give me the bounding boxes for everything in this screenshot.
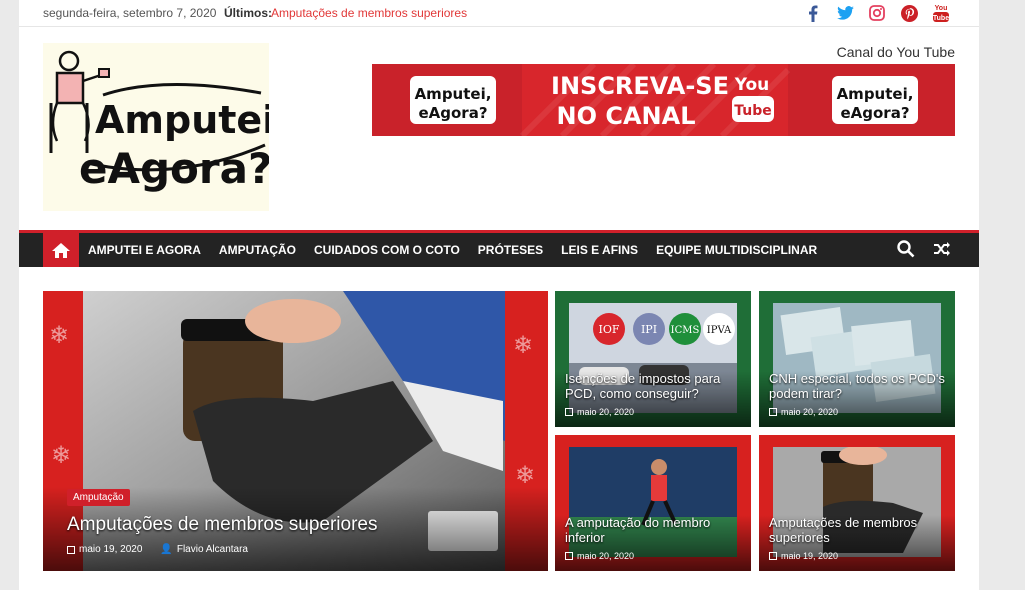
banner-line-2: NO CANAL <box>557 102 696 130</box>
tile-meta: maio 20, 2020 <box>565 407 741 417</box>
tile-date[interactable]: maio 20, 2020 <box>577 551 634 561</box>
calendar-icon <box>769 408 777 416</box>
tile-caption: A amputação do membro inferior maio 20, … <box>555 515 751 571</box>
tile-title[interactable]: Amputações de membros superiores <box>769 515 945 545</box>
svg-text:Tube: Tube <box>933 15 949 22</box>
tile-title[interactable]: A amputação do membro inferior <box>565 515 741 545</box>
nav-item-cuidados[interactable]: CUIDADOS COM O COTO <box>305 233 469 267</box>
banner-line-1: INSCREVA-SE <box>551 72 729 100</box>
top-bar: segunda-feira, setembro 7, 2020 Últimos:… <box>19 0 979 27</box>
calendar-icon <box>769 552 777 560</box>
banner-yt-badge-1: You <box>734 75 770 95</box>
nav-item-amputei-e-agora[interactable]: AMPUTEI E AGORA <box>88 233 210 267</box>
user-icon: 👤 <box>160 544 173 555</box>
logo-text-2: eAgora? <box>79 144 269 193</box>
featured-title[interactable]: Amputações de membros superiores <box>67 514 524 536</box>
search-icon[interactable] <box>897 240 915 258</box>
youtube-channel-label: Canal do You Tube <box>836 44 955 60</box>
tile-date[interactable]: maio 20, 2020 <box>781 407 838 417</box>
banner-logo-right-2: eAgora? <box>840 104 909 122</box>
featured-meta: maio 19, 2020 👤 Flavio Alcantara <box>67 544 524 555</box>
youtube-subscribe-banner[interactable]: Amputei, eAgora? INSCREVA-SE NO CANAL Yo… <box>372 64 955 136</box>
nav-item-leis[interactable]: LEIS E AFINS <box>552 233 647 267</box>
calendar-icon <box>565 408 573 416</box>
banner-logo-2: eAgora? <box>418 104 487 122</box>
twitter-icon[interactable] <box>835 3 855 23</box>
social-links: You Tube <box>803 3 951 23</box>
banner-logo-right-1: Amputei, <box>837 85 914 103</box>
tile-meta: maio 19, 2020 <box>769 551 945 561</box>
tile-title[interactable]: Isenções de impostos para PCD, como cons… <box>565 371 741 401</box>
facebook-icon[interactable] <box>803 3 823 23</box>
tag-ipva: IPVA <box>707 325 732 336</box>
latest-news-link[interactable]: Amputações de membros superiores <box>271 6 467 20</box>
nav-tools <box>897 240 951 258</box>
current-date: segunda-feira, setembro 7, 2020 <box>43 6 217 20</box>
site-logo[interactable]: Amputei, eAgora? <box>43 43 290 211</box>
youtube-icon[interactable]: You Tube <box>931 3 951 23</box>
svg-text:You: You <box>935 5 948 12</box>
nav-menu: AMPUTEI E AGORA AMPUTAÇÃO CUIDADOS COM O… <box>88 233 826 267</box>
random-icon[interactable] <box>933 240 951 258</box>
post-tile[interactable]: A amputação do membro inferior maio 20, … <box>555 435 751 571</box>
instagram-icon[interactable] <box>867 3 887 23</box>
tile-title[interactable]: CNH especial, todos os PCD's podem tirar… <box>769 371 945 401</box>
tag-icms: ICMS <box>671 325 700 336</box>
post-tile[interactable]: IOF IPI ICMS IPVA Isenções de impostos p… <box>555 291 751 427</box>
featured-post[interactable]: ❄ ❄ ❄ ❄ Amputação Amputações de membros … <box>43 291 548 571</box>
tile-date[interactable]: maio 20, 2020 <box>577 407 634 417</box>
nav-item-proteses[interactable]: PRÓTESES <box>469 233 552 267</box>
tag-ipi: IPI <box>641 323 657 336</box>
tile-caption: Amputações de membros superiores maio 19… <box>759 515 955 571</box>
nav-item-amputacao[interactable]: AMPUTAÇÃO <box>210 233 305 267</box>
featured-author[interactable]: Flavio Alcantara <box>177 544 248 555</box>
featured-caption: Amputação Amputações de membros superior… <box>43 487 548 571</box>
pinterest-icon[interactable] <box>899 3 919 23</box>
tag-iof: IOF <box>599 323 620 336</box>
post-tile[interactable]: CNH especial, todos os PCD's podem tirar… <box>759 291 955 427</box>
logo-text-1: Amputei, <box>95 98 269 142</box>
home-button[interactable] <box>43 233 79 267</box>
main-nav: AMPUTEI E AGORA AMPUTAÇÃO CUIDADOS COM O… <box>19 230 979 267</box>
featured-date[interactable]: maio 19, 2020 <box>79 544 142 555</box>
tile-caption: Isenções de impostos para PCD, como cons… <box>555 371 751 427</box>
calendar-icon <box>67 545 75 554</box>
latest-label: Últimos: <box>224 6 272 20</box>
tile-meta: maio 20, 2020 <box>769 407 945 417</box>
nav-item-equipe[interactable]: EQUIPE MULTIDISCIPLINAR <box>647 233 826 267</box>
tile-meta: maio 20, 2020 <box>565 551 741 561</box>
page: segunda-feira, setembro 7, 2020 Últimos:… <box>19 0 979 590</box>
calendar-icon <box>565 552 573 560</box>
banner-yt-badge-2: Tube <box>734 103 772 119</box>
category-badge[interactable]: Amputação <box>67 489 130 506</box>
banner-logo-1: Amputei, <box>415 85 492 103</box>
tile-date[interactable]: maio 19, 2020 <box>781 551 838 561</box>
tile-caption: CNH especial, todos os PCD's podem tirar… <box>759 371 955 427</box>
post-tile[interactable]: Amputações de membros superiores maio 19… <box>759 435 955 571</box>
home-icon <box>52 242 70 258</box>
